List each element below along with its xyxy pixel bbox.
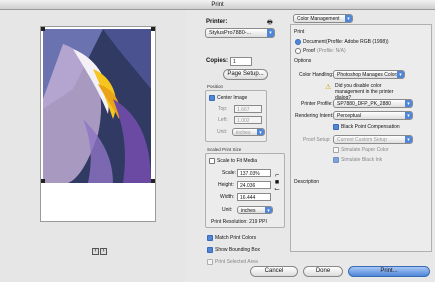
iris-photo <box>43 29 151 183</box>
chevron-down-icon: ▾ <box>405 112 412 119</box>
show-bounding-box-checkbox[interactable] <box>207 247 213 253</box>
chevron-down-icon: ▾ <box>345 15 352 22</box>
proof-setup-label: Proof Setup: <box>303 137 331 143</box>
show-bounding-box-label: Show Bounding Box <box>215 247 261 253</box>
color-handling-label: Color Handling: <box>299 72 334 78</box>
window-title: Print <box>0 0 435 10</box>
print-heading: Print <box>294 29 305 35</box>
top-field[interactable]: 1.667 <box>234 105 262 113</box>
paper-preview <box>40 26 156 222</box>
scale-to-fit-label: Scale to Fit Media <box>217 158 258 164</box>
match-print-colors-label: Match Print Colors <box>215 235 257 241</box>
chevron-down-icon: ▾ <box>397 71 404 78</box>
done-button[interactable]: Done <box>303 266 343 277</box>
print-button[interactable]: Print... <box>348 266 430 277</box>
scaled-unit-select[interactable]: inches ▾ <box>237 206 273 214</box>
document-profile: (Profile: Adobe RGB (1998)) <box>326 39 389 45</box>
unit-label: Unit: <box>222 207 233 213</box>
crop-handle[interactable] <box>151 27 155 31</box>
print-settings-column: Printer: 🖶 StylusPro7880-... ▾ Copies: 1… <box>186 10 288 282</box>
proof-radio[interactable] <box>295 48 301 54</box>
height-label: Height: <box>218 182 234 188</box>
black-point-compensation-checkbox[interactable] <box>333 124 339 130</box>
crop-handle[interactable] <box>151 179 155 183</box>
scaled-print-size-title: Scaled Print Size <box>207 147 242 152</box>
chevron-down-icon: ▾ <box>405 100 412 107</box>
printer-icon: 🖶 <box>267 20 273 26</box>
print-preview-pane: ‹ › <box>0 10 186 282</box>
chevron-down-icon: ▾ <box>405 136 412 143</box>
unit-label: Unit: <box>217 129 228 135</box>
crop-handle[interactable] <box>41 27 45 31</box>
chevron-down-icon: ▾ <box>257 129 264 135</box>
printer-profile-label: Printer Profile: <box>301 101 333 107</box>
position-title: Position <box>207 84 224 89</box>
printer-value: StylusPro7880-... <box>209 30 252 36</box>
print-selected-area-checkbox[interactable] <box>207 259 213 265</box>
simulate-paper-color-checkbox[interactable] <box>333 147 339 153</box>
chevron-down-icon: ▾ <box>267 29 274 37</box>
position-unit-select[interactable]: inches ▾ <box>232 128 265 136</box>
page-setup-button[interactable]: Page Setup... <box>223 69 268 80</box>
options-heading: Options <box>294 58 312 64</box>
width-field[interactable]: 16.444 <box>237 193 271 201</box>
description-area <box>294 187 428 247</box>
section-value: Color Management <box>297 16 340 22</box>
rendering-intent-select[interactable]: Perceptual ▾ <box>333 111 413 120</box>
simulate-black-ink-label: Simulate Black Ink <box>341 157 383 163</box>
proof-setup-value: Current Custom Setup <box>337 137 387 143</box>
width-label: Width: <box>220 194 235 200</box>
scale-field[interactable]: 137.03% <box>237 169 271 177</box>
crop-handle[interactable] <box>41 179 45 183</box>
unit-value: inches <box>236 130 251 136</box>
section-select[interactable]: Color Management ▾ <box>293 14 353 23</box>
printer-profile-value: SP7880_DFP_PK_2880 <box>337 101 391 107</box>
print-selected-area-label: Print Selected Area <box>215 259 258 265</box>
color-management-column: Color Management ▾ Print Document (Profi… <box>288 10 435 282</box>
copies-label: Copies: <box>206 58 229 64</box>
rendering-intent-value: Perceptual <box>337 113 361 119</box>
simulate-black-ink-checkbox[interactable] <box>333 157 339 163</box>
scale-to-fit-checkbox[interactable] <box>209 158 215 164</box>
chevron-down-icon: ▾ <box>265 207 272 213</box>
left-field[interactable]: 1.002 <box>234 116 262 124</box>
printer-select[interactable]: StylusPro7880-... ▾ <box>205 28 275 38</box>
proof-profile: (Profile: N/A) <box>317 48 346 54</box>
position-group: Center Image Top: 1.667 Left: 1.002 Unit… <box>205 90 267 142</box>
printer-label: Printer: <box>206 19 228 25</box>
color-management-panel: Print Document (Profile: Adobe RGB (1998… <box>290 24 432 252</box>
match-print-colors-checkbox[interactable] <box>207 235 213 241</box>
warning-icon: ⚠ <box>325 84 332 91</box>
simulate-paper-color-label: Simulate Paper Color <box>341 147 389 153</box>
printer-profile-select[interactable]: SP7880_DFP_PK_2880 ▾ <box>333 99 413 108</box>
rendering-intent-label: Rendering Intent: <box>295 113 334 119</box>
triangle-right-icon[interactable]: › <box>100 248 107 255</box>
left-label: Left: <box>218 117 228 123</box>
center-image-label: Center Image <box>217 95 248 101</box>
scale-label: Scale: <box>222 170 236 176</box>
scaled-print-size-group: Scale to Fit Media Scale: 137.03% Height… <box>205 153 285 228</box>
center-image-checkbox[interactable] <box>209 95 215 101</box>
cancel-button[interactable]: Cancel <box>250 266 298 277</box>
color-handling-value: Photoshop Manages Colors <box>337 72 399 78</box>
triangle-left-icon[interactable]: ‹ <box>92 248 99 255</box>
top-label: Top: <box>218 106 228 112</box>
print-resolution: Print Resolution: 219 PPI <box>211 219 267 225</box>
height-field[interactable]: 24.036 <box>237 181 271 189</box>
document-radio[interactable] <box>295 39 301 45</box>
color-handling-select[interactable]: Photoshop Manages Colors ▾ <box>333 70 405 79</box>
proof-label: Proof <box>303 48 315 54</box>
proof-setup-select[interactable]: Current Custom Setup ▾ <box>333 135 413 144</box>
link-proportions-icon[interactable]: ⌐ ■ ⌙ <box>274 172 280 193</box>
document-label: Document <box>303 39 326 45</box>
preview-image <box>43 29 151 183</box>
description-heading: Description <box>294 179 320 185</box>
unit-value: inches <box>241 208 256 214</box>
black-point-compensation-label: Black Point Compensation <box>341 124 400 130</box>
copies-input[interactable]: 1 <box>230 57 252 66</box>
